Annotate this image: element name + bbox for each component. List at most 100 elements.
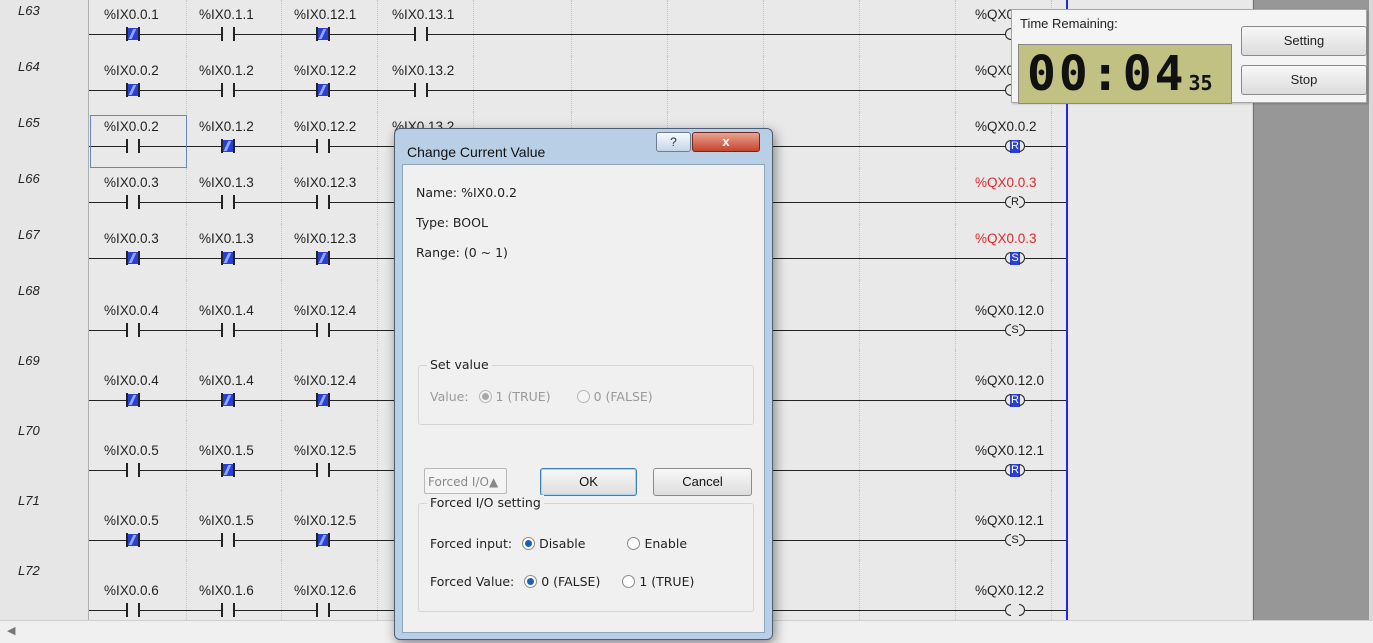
contact-off-icon[interactable] [126, 323, 140, 337]
line-number-cell: L72 [0, 560, 89, 620]
coil-icon[interactable]: S [1005, 323, 1025, 337]
contact-label: %IX0.12.1 [294, 7, 357, 22]
contact-on-icon[interactable] [126, 533, 140, 547]
contact-on-icon[interactable] [316, 251, 330, 265]
contact-on-icon[interactable] [126, 393, 140, 407]
scroll-left-icon[interactable]: ◀ [7, 624, 15, 637]
contact-on-icon[interactable] [221, 251, 235, 265]
contact-on-icon[interactable] [316, 393, 330, 407]
forced-input-disable-label: Disable [539, 536, 586, 551]
coil-active-icon[interactable]: S [1005, 251, 1025, 265]
grid-line [281, 0, 282, 56]
help-icon[interactable]: ? [656, 132, 691, 152]
contact-off-icon[interactable] [316, 139, 330, 153]
contact-off-icon[interactable] [316, 323, 330, 337]
contact-on-icon[interactable] [126, 251, 140, 265]
type-value: BOOL [452, 215, 488, 230]
forced-value-true-label: 1 (TRUE) [639, 574, 695, 589]
forced-io-setting-label: Forced I/O setting [427, 495, 544, 510]
coil-label: %QX0.12.1 [975, 443, 1045, 458]
contact-on-icon[interactable] [316, 27, 330, 41]
contact-label: %IX0.1.4 [199, 303, 254, 318]
contact-label: %IX0.0.5 [104, 443, 159, 458]
coil-icon[interactable]: S [1005, 533, 1025, 547]
forced-input-enable-label: Enable [644, 536, 688, 551]
selected-cell-cursor [90, 115, 187, 168]
grid-line [186, 56, 187, 112]
forced-io-button[interactable]: Forced I/O▲ [424, 468, 507, 494]
grid-line [763, 56, 764, 112]
ok-button[interactable]: OK [540, 468, 637, 496]
contact-label: %IX0.1.2 [199, 63, 254, 78]
range-row: Range: (0 ~ 1) [416, 245, 508, 260]
contact-off-icon[interactable] [221, 27, 235, 41]
grid-line [859, 350, 860, 420]
name-value: %IX0.0.2 [461, 185, 518, 200]
contact-off-icon[interactable] [316, 603, 330, 617]
contact-off-icon[interactable] [126, 463, 140, 477]
grid-line [571, 0, 572, 56]
contact-on-icon[interactable] [221, 393, 235, 407]
contact-on-icon[interactable] [316, 83, 330, 97]
contact-on-icon[interactable] [126, 83, 140, 97]
contact-label: %IX0.12.3 [294, 175, 357, 190]
dialog-titlebar[interactable]: Change Current Value ? x [395, 129, 772, 165]
contact-label: %IX0.12.4 [294, 303, 357, 318]
coil-label: %QX0.12.1 [975, 513, 1045, 528]
contact-on-icon[interactable] [316, 533, 330, 547]
contact-on-icon[interactable] [221, 139, 235, 153]
dialog-title: Change Current Value [407, 144, 546, 160]
grid-line [281, 420, 282, 490]
forced-input-enable-radio[interactable] [627, 537, 641, 550]
grid-line [281, 168, 282, 224]
stop-button[interactable]: Stop [1241, 65, 1367, 95]
coil-icon[interactable] [1005, 603, 1025, 617]
line-number: L71 [18, 493, 40, 508]
value-true-label: 1 (TRUE) [495, 389, 551, 404]
grid-line [1051, 224, 1052, 280]
contact-off-icon[interactable] [221, 323, 235, 337]
forced-value-false-radio[interactable] [524, 575, 538, 588]
coil-active-icon[interactable]: R [1005, 463, 1025, 477]
grid-line [377, 490, 378, 560]
contact-off-icon[interactable] [221, 195, 235, 209]
forced-value-true-radio[interactable] [622, 575, 636, 588]
close-icon[interactable]: x [692, 132, 760, 152]
contact-off-icon[interactable] [221, 83, 235, 97]
value-label: Value: [430, 389, 469, 404]
contact-label: %IX0.12.5 [294, 443, 357, 458]
coil-active-icon[interactable]: R [1005, 139, 1025, 153]
grid-line [955, 560, 956, 620]
grid-line [859, 0, 860, 56]
grid-line [859, 224, 860, 280]
contact-off-icon[interactable] [126, 603, 140, 617]
contact-off-icon[interactable] [316, 195, 330, 209]
forced-input-disable-radio[interactable] [522, 537, 536, 550]
setting-button[interactable]: Setting [1241, 26, 1367, 56]
contact-label: %IX0.0.2 [104, 63, 159, 78]
contact-off-icon[interactable] [221, 533, 235, 547]
grid-line [1051, 350, 1052, 420]
contact-on-icon[interactable] [126, 27, 140, 41]
value-false-label: 0 (FALSE) [593, 389, 653, 404]
grid-line [473, 0, 474, 56]
coil-active-icon[interactable]: R [1005, 393, 1025, 407]
coil-icon[interactable]: R [1005, 195, 1025, 209]
cancel-button[interactable]: Cancel [653, 468, 752, 496]
contact-off-icon[interactable] [221, 603, 235, 617]
value-false-radio[interactable] [576, 390, 590, 403]
contact-off-icon[interactable] [414, 27, 428, 41]
grid-line [281, 280, 282, 350]
grid-line [667, 56, 668, 112]
value-true-radio[interactable] [478, 390, 492, 403]
timer-seconds: 35 [1188, 71, 1213, 95]
contact-label: %IX0.0.5 [104, 513, 159, 528]
rung-wire [89, 90, 1066, 91]
contact-off-icon[interactable] [316, 463, 330, 477]
contact-label: %IX0.1.3 [199, 231, 254, 246]
contact-off-icon[interactable] [414, 83, 428, 97]
forced-value-false-label: 0 (FALSE) [541, 574, 601, 589]
contact-on-icon[interactable] [221, 463, 235, 477]
contact-off-icon[interactable] [126, 195, 140, 209]
type-row: Type: BOOL [416, 215, 488, 230]
